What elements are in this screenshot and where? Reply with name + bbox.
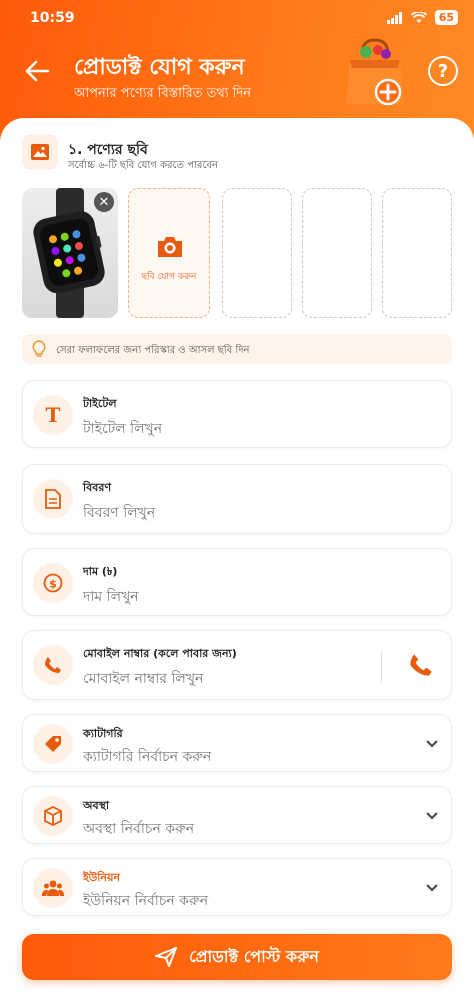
shopping-bag-icon [346,38,404,106]
union-value: ইউনিয়ন নির্বাচন করুন [83,893,209,909]
photo-tip: সেরা ফলাফলের জন্য পরিস্কার ও আসল ছবি দিন [22,334,452,364]
camera-icon [158,237,182,257]
condition-icon-wrap [33,796,73,836]
image-section-icon [22,134,58,170]
price-input[interactable]: দাম লিখুন [83,585,139,609]
post-product-label: প্রোডাক্ট পোস্ট করুন [189,946,319,966]
price-icon-wrap: $ [33,563,73,603]
mobile-field[interactable]: মোবাইল নাম্বার (কলে পাবার জন্য) মোবাইল ন… [22,630,452,700]
mobile-input[interactable]: মোবাইল নাম্বার লিখুন [83,667,203,691]
mobile-divider [381,651,382,683]
document-icon [45,489,61,509]
call-button-icon[interactable] [409,653,433,677]
condition-label: অবস্থা [83,799,110,812]
category-icon-wrap [33,724,73,764]
tag-icon [45,736,61,752]
form-sheet: ১. পণ্যের ছবি সর্বোচ্চ ৬-টি ছবি যোগ করতে… [0,118,474,1000]
title-icon-wrap: T [33,395,73,435]
condition-value: অবস্থা নির্বাচন করুন [83,821,195,837]
phone-icon [45,657,61,673]
category-value: ক্যাটাগরি নির্বাচন করুন [83,749,212,765]
image-icon [31,144,49,160]
svg-text:$: $ [49,578,57,591]
taka-coin-icon: $ [43,573,63,593]
union-label: ইউনিয়ন [83,871,121,884]
empty-photo-slot[interactable] [222,188,292,318]
description-icon-wrap [33,479,73,519]
page-title: প্রোডাক্ট যোগ করুন [74,55,245,80]
price-field[interactable]: $ দাম (৳) দাম লিখুন [22,548,452,616]
empty-photo-slot[interactable] [382,188,452,318]
category-select[interactable]: ক্যাটাগরি ক্যাটাগরি নির্বাচন করুন [22,714,452,772]
description-field[interactable]: বিবরণ বিবরণ লিখুন [22,464,452,534]
chevron-down-icon[interactable] [425,739,439,749]
description-input[interactable]: বিবরণ লিখুন [83,501,155,525]
help-button[interactable]: ? [428,56,458,86]
chevron-down-icon[interactable] [425,811,439,821]
product-photo-thumbnail[interactable]: ✕ [22,188,118,318]
arrow-left-icon [25,60,50,82]
photo-section-subtitle: সর্বোচ্চ ৬-টি ছবি যোগ করতে পারবেন [68,160,218,171]
text-format-icon: T [45,403,61,427]
status-time: 10:59 [30,10,75,26]
tip-text: সেরা ফলাফলের জন্য পরিস্কার ও আসল ছবি দিন [56,345,250,356]
add-photo-button[interactable]: ছবি যোগ করুন [128,188,210,318]
chevron-down-icon[interactable] [425,883,439,893]
battery-indicator: 65 [434,10,458,25]
post-product-button[interactable]: প্রোডাক্ট পোস্ট করুন [22,934,452,980]
title-input[interactable]: টাইটেল লিখুন [83,417,162,441]
status-bar: 10:59 65 [0,8,474,30]
wifi-icon [410,11,427,23]
send-icon [155,947,178,967]
title-field[interactable]: T টাইটেল টাইটেল লিখুন [22,380,452,448]
union-select[interactable]: ইউনিয়ন ইউনিয়ন নির্বাচন করুন [22,858,452,916]
back-button[interactable] [20,54,54,88]
category-label: ক্যাটাগরি [83,727,123,740]
page-subtitle: আপনার পণ্যের বিস্তারিত তথ্য দিন [74,86,251,101]
description-label: বিবরণ [83,481,112,494]
price-label: দাম (৳) [83,565,118,578]
people-icon [42,880,64,896]
box-icon [44,806,62,826]
add-photo-label: ছবি যোগ করুন [141,272,197,282]
union-icon-wrap [33,868,73,908]
title-label: টাইটেল [83,397,117,410]
signal-icon [386,11,402,24]
mobile-label: মোবাইল নাম্বার (কলে পাবার জন্য) [83,647,237,660]
condition-select[interactable]: অবস্থা অবস্থা নির্বাচন করুন [22,786,452,844]
remove-photo-button[interactable]: ✕ [94,192,114,212]
empty-photo-slot[interactable] [302,188,372,318]
mobile-icon-wrap [33,645,73,685]
lightbulb-icon [32,340,46,357]
